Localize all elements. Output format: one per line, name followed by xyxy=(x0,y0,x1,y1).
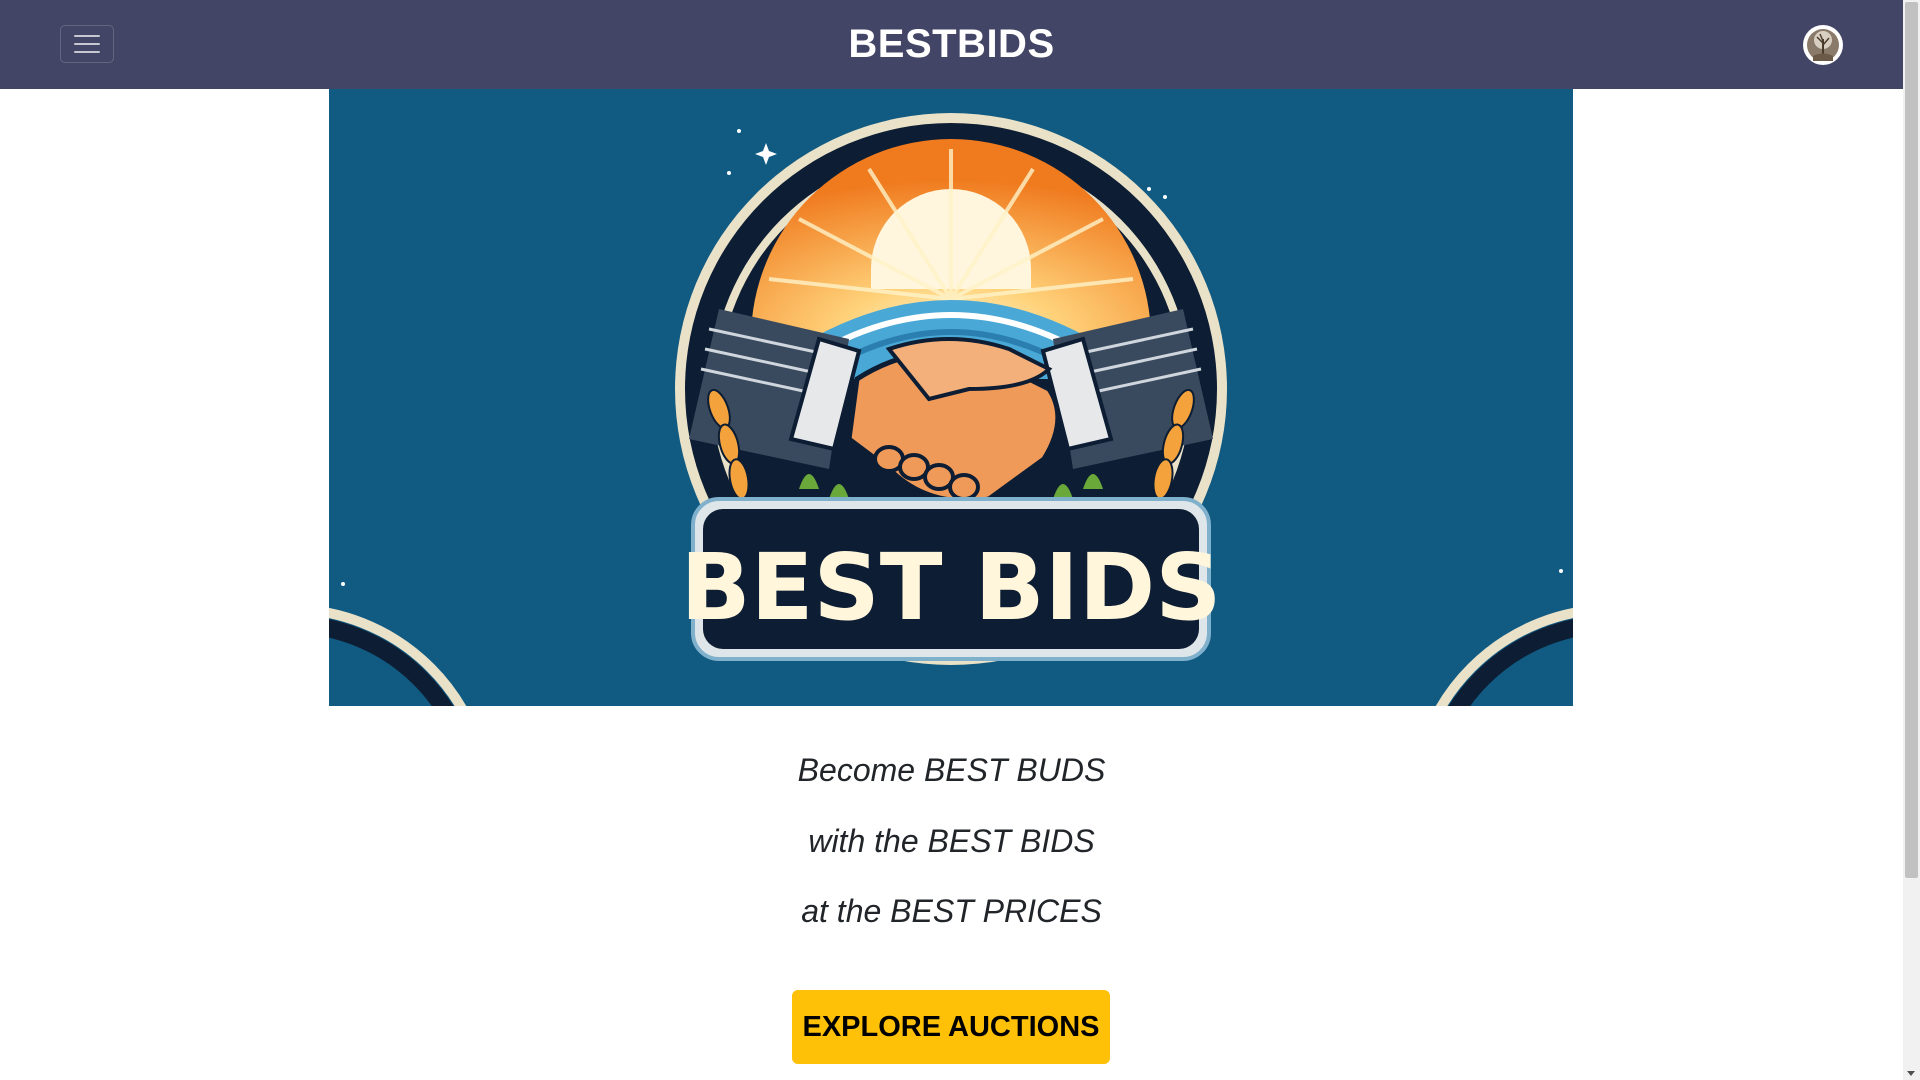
top-navbar: BESTBIDS xyxy=(0,0,1903,89)
tagline-line-1: Become BEST BUDS xyxy=(797,752,1106,788)
svg-text:BEST BIDS: BEST BIDS xyxy=(681,534,1222,641)
vertical-scrollbar[interactable] xyxy=(1903,0,1920,1080)
scrollbar-thumb[interactable] xyxy=(1905,2,1918,878)
tagline-line-2: with the BEST BIDS xyxy=(808,823,1095,859)
explore-auctions-button[interactable]: EXPLORE AUCTIONS xyxy=(792,990,1110,1064)
user-avatar-button[interactable] xyxy=(1803,25,1843,65)
hamburger-menu-icon xyxy=(74,35,100,37)
tagline-line-3: at the BEST PRICES xyxy=(801,893,1102,929)
menu-toggle-button[interactable] xyxy=(60,25,114,63)
hero-banner-image: BEST BIDS xyxy=(329,89,1573,706)
scroll-down-arrow-icon[interactable] xyxy=(1907,1071,1915,1076)
user-avatar-icon xyxy=(1804,26,1842,64)
brand-title: BESTBIDS xyxy=(848,22,1055,66)
best-bids-logo: BEST BIDS xyxy=(329,89,1573,706)
